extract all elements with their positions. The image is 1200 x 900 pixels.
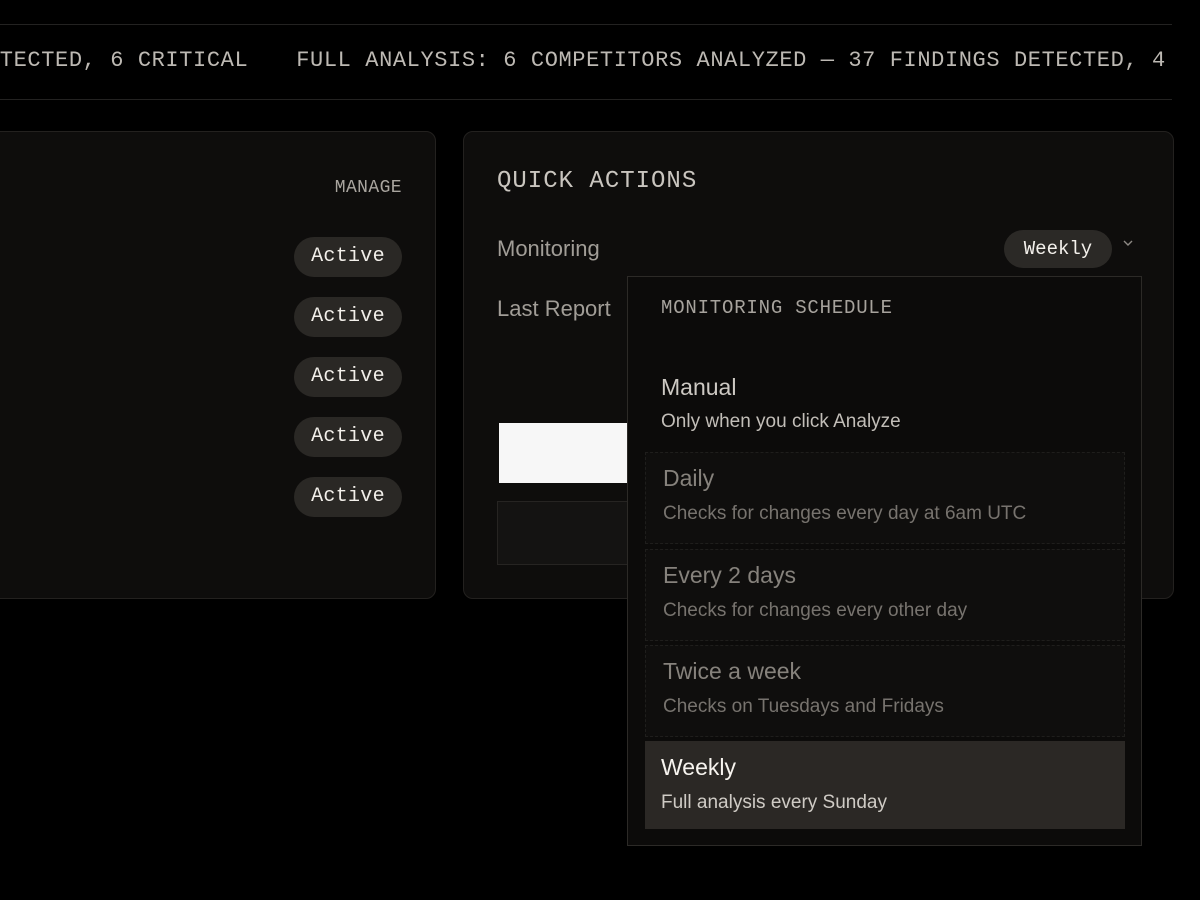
competitors-panel: MANAGE Active Active Active Active Activ… [0, 131, 436, 599]
option-title: Twice a week [663, 658, 802, 684]
option-description: Checks for changes every day at 6am UTC [663, 503, 1027, 524]
option-description: Checks on Tuesdays and Fridays [663, 696, 944, 717]
schedule-option-daily[interactable]: Daily Checks for changes every day at 6a… [645, 452, 1125, 544]
status-badge[interactable]: Active [294, 477, 402, 517]
option-title: Weekly [661, 754, 736, 780]
schedule-option-manual[interactable]: Manual Only when you click Analyze [645, 367, 1125, 451]
monitoring-schedule-menu: MONITORING SCHEDULE Manual Only when you… [627, 276, 1142, 846]
schedule-option-every-2-days[interactable]: Every 2 days Checks for changes every ot… [645, 549, 1125, 641]
status-ticker: ETECTED, 6 CRITICAL FULL ANALYSIS: 6 COMP… [0, 26, 1172, 100]
status-badge[interactable]: Active [294, 417, 402, 457]
status-badge[interactable]: Active [294, 237, 402, 277]
monitoring-label: Monitoring [497, 236, 600, 261]
last-report-label: Last Report [497, 296, 611, 321]
option-title: Daily [663, 465, 715, 491]
ticker-top-divider [0, 24, 1172, 25]
manage-link[interactable]: MANAGE [335, 178, 402, 198]
option-description: Full analysis every Sunday [661, 792, 887, 813]
secondary-action-button[interactable] [497, 501, 639, 565]
ticker-bottom-divider [0, 99, 1172, 100]
option-description: Checks for changes every other day [663, 600, 968, 621]
status-badge[interactable]: Active [294, 357, 402, 397]
schedule-option-twice-a-week[interactable]: Twice a week Checks on Tuesdays and Frid… [645, 645, 1125, 737]
chevron-down-icon[interactable] [1122, 236, 1134, 254]
ticker-item: ETECTED, 6 CRITICAL [0, 48, 249, 73]
option-description: Only when you click Analyze [661, 411, 901, 432]
schedule-option-weekly[interactable]: Weekly Full analysis every Sunday [645, 741, 1125, 829]
ticker-track: ETECTED, 6 CRITICAL FULL ANALYSIS: 6 COMP… [0, 48, 1172, 73]
ticker-item: FULL ANALYSIS: 6 COMPETITORS ANALYZED — … [296, 48, 1172, 73]
quick-actions-title: QUICK ACTIONS [497, 168, 698, 195]
status-badge[interactable]: Active [294, 297, 402, 337]
primary-action-button[interactable] [499, 423, 639, 483]
monitoring-schedule-select[interactable]: Weekly [1004, 230, 1112, 268]
menu-header: MONITORING SCHEDULE [661, 297, 893, 319]
option-title: Every 2 days [663, 562, 796, 588]
option-title: Manual [661, 374, 737, 400]
